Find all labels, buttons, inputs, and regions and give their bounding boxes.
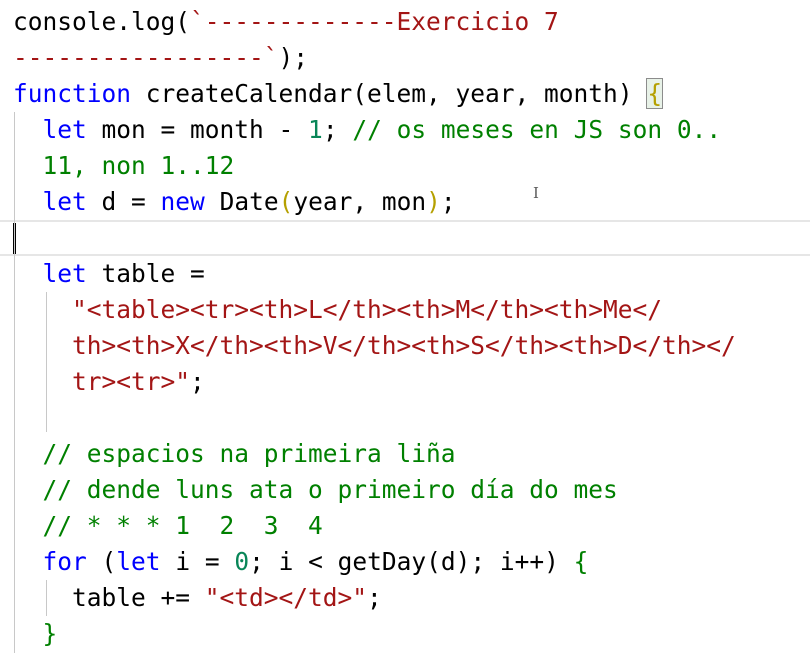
current-line-highlight (0, 220, 810, 256)
code-token: ) (455, 547, 471, 576)
code-token: 1 (308, 115, 323, 144)
code-token: ) (426, 187, 441, 216)
code-line: // dende luns ata o primeiro día do mes (13, 472, 810, 508)
code-token: `-------------Exercicio 7 (190, 7, 559, 36)
code-line: for (let i = 0; i < getDay(d); i++) { (13, 544, 810, 580)
code-token: let (42, 259, 87, 288)
code-token: ( (426, 547, 441, 576)
code-line: let d = new Date(year, mon); (13, 184, 810, 220)
code-token: createCalendar (131, 79, 353, 108)
code-token: { (573, 547, 589, 576)
code-token: table += (72, 583, 205, 612)
code-token: ) (617, 79, 633, 108)
code-token: ; (367, 583, 382, 612)
code-token: th><th>X</th><th>V</th><th>S</th><th>D</… (72, 331, 736, 360)
code-token: ; i++) (470, 547, 574, 576)
code-token: new (160, 187, 205, 216)
code-token: console.log( (13, 7, 191, 36)
mouse-ibeam-icon: I (533, 184, 539, 202)
code-line: // espacios na primeira liña (13, 436, 810, 472)
code-line: // * * * 1 2 3 4 (13, 508, 810, 544)
code-token: ); (278, 43, 309, 72)
code-token: let (42, 115, 87, 144)
code-line: let mon = month - 1; // os meses en JS s… (13, 112, 810, 148)
code-token: mon = month - (86, 115, 309, 144)
code-token: year, mon (293, 187, 427, 216)
code-line: tr><tr>"; (13, 364, 810, 400)
code-token: ; (440, 187, 456, 216)
code-token: "<td></td>" (204, 583, 368, 612)
code-token: // dende luns ata o primeiro día do mes (42, 475, 618, 504)
code-token: -----------------` (13, 43, 279, 72)
code-editor[interactable]: console.log(`-------------Exercicio 7 ---… (0, 0, 810, 653)
code-token: // * * * 1 2 3 4 (42, 511, 323, 540)
code-token: ( (352, 79, 368, 108)
code-token: // os meses en JS son 0.. (352, 115, 722, 144)
code-line: "<table><tr><th>L</th><th>M</th><th>Me</ (13, 292, 810, 328)
code-token: Date (204, 187, 279, 216)
code-line: -----------------`); (13, 40, 810, 76)
code-token: ; (322, 115, 353, 144)
code-line: console.log(`-------------Exercicio 7 (13, 4, 810, 40)
code-token: tr><tr>" (72, 367, 191, 396)
code-token: function (13, 79, 132, 108)
code-token: } (42, 619, 58, 648)
code-token: let (116, 547, 161, 576)
code-token: table = (86, 259, 205, 288)
indent-guide-function (14, 112, 15, 653)
code-token: d (440, 547, 456, 576)
code-token: d = (86, 187, 161, 216)
code-token: 11, non 1..12 (13, 151, 235, 180)
code-token: ( (278, 187, 294, 216)
code-line: let table = (13, 256, 810, 292)
code-token: 0 (234, 547, 250, 576)
code-line: 11, non 1..12 (13, 148, 810, 184)
code-line: th><th>X</th><th>V</th><th>S</th><th>D</… (13, 328, 810, 364)
indent-guide-table (46, 292, 47, 432)
code-token: // espacios na primeira liña (42, 439, 456, 468)
code-line: table += "<td></td>"; (13, 580, 810, 616)
code-token: { (646, 78, 664, 109)
code-token: i = (160, 547, 235, 576)
code-token: ; i < getDay (249, 547, 427, 576)
code-token: ( (86, 547, 117, 576)
code-line: function createCalendar(elem, year, mont… (13, 76, 810, 112)
code-token: for (42, 547, 87, 576)
code-token: elem, year, month (367, 79, 618, 108)
code-token: "<table><tr><th>L</th><th>M</th><th>Me</ (72, 295, 663, 324)
indent-guide-for (46, 580, 47, 616)
code-line: } (13, 616, 810, 652)
code-token: ; (190, 367, 205, 396)
code-token: let (42, 187, 87, 216)
